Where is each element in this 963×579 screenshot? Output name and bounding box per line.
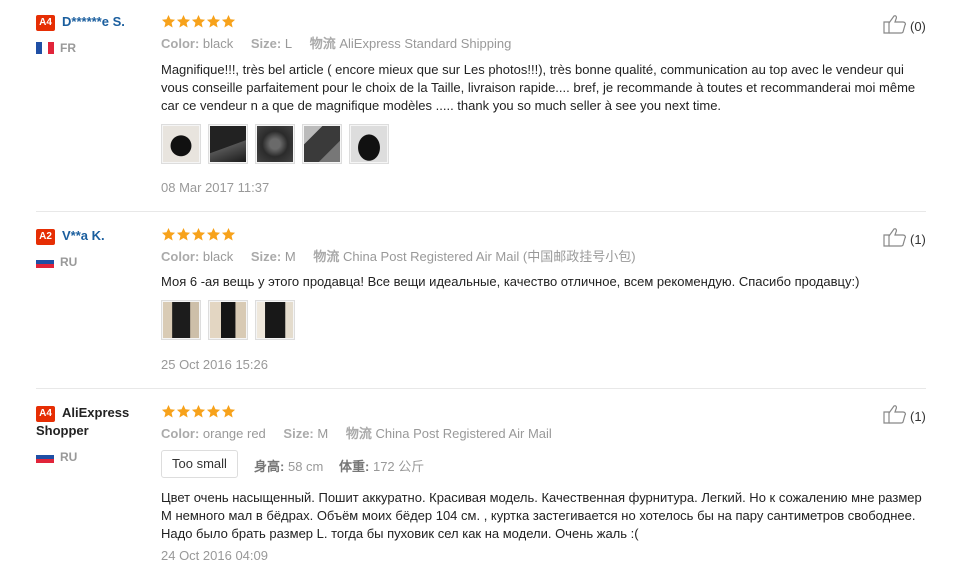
- buyer-weight: 体重: 172 公斤: [339, 456, 424, 475]
- reviewer-name-line2: Shopper: [36, 423, 89, 438]
- buyer-level-badge: A2: [36, 229, 55, 245]
- review-photo-thumbnail[interactable]: [349, 124, 389, 164]
- review-photo-thumbnail[interactable]: [255, 300, 295, 340]
- review-divider: [36, 388, 926, 389]
- size-label: Size:: [250, 36, 282, 51]
- star-icon: [161, 404, 176, 419]
- reviewer-country: RU: [36, 450, 77, 464]
- buyer-level-badge: A4: [36, 406, 55, 422]
- size-value: M: [284, 249, 296, 264]
- size-value: L: [284, 36, 293, 51]
- helpful-button[interactable]: (0): [883, 14, 926, 39]
- russia-flag-icon: [36, 451, 54, 463]
- star-icon: [221, 404, 236, 419]
- logistics-label: 物流: [309, 36, 336, 51]
- reviewer-name: V**a K.: [62, 228, 105, 243]
- france-flag-icon: [36, 42, 54, 54]
- thumbs-up-icon: [883, 14, 907, 39]
- review-photos: [161, 124, 396, 164]
- color-value: orange red: [202, 426, 266, 441]
- star-icon: [206, 404, 221, 419]
- star-rating: [161, 227, 236, 242]
- reviewer-name: AliExpress Shopper: [36, 404, 152, 440]
- star-icon: [221, 227, 236, 242]
- review-date: 25 Oct 2016 15:26: [161, 357, 268, 372]
- review-photo-thumbnail[interactable]: [208, 124, 248, 164]
- helpful-button[interactable]: (1): [883, 227, 926, 252]
- logistics-value: China Post Registered Air Mail: [375, 426, 552, 441]
- star-icon: [191, 227, 206, 242]
- review-text: Magnifique!!!, très bel article ( encore…: [161, 62, 916, 113]
- country-code: RU: [60, 255, 78, 269]
- reviewer-name-line1: AliExpress: [62, 405, 130, 420]
- reviewer-country: RU: [36, 255, 77, 269]
- country-code: FR: [60, 41, 76, 55]
- review-photo-thumbnail[interactable]: [161, 300, 201, 340]
- logistics-label: 物流: [313, 249, 340, 264]
- size-label: Size:: [283, 426, 314, 441]
- helpful-button[interactable]: (1): [883, 404, 926, 429]
- height-label: 身高:: [254, 459, 285, 474]
- color-label: Color:: [161, 36, 200, 51]
- review-photo-thumbnail[interactable]: [302, 124, 342, 164]
- thumbs-up-icon: [883, 227, 907, 252]
- logistics-label: 物流: [345, 426, 372, 441]
- star-icon: [206, 14, 221, 29]
- reviewer-country: FR: [36, 41, 76, 55]
- review-text: Моя 6 -ая вещь у этого продавца! Все вещ…: [161, 274, 860, 289]
- color-value: black: [202, 36, 234, 51]
- height-value: 58 cm: [287, 459, 324, 474]
- weight-value: 172 公斤: [372, 459, 425, 474]
- star-icon: [176, 14, 191, 29]
- russia-flag-icon: [36, 256, 54, 268]
- review-photo-thumbnail[interactable]: [208, 300, 248, 340]
- star-icon: [176, 227, 191, 242]
- review-photo-thumbnail[interactable]: [161, 124, 201, 164]
- star-icon: [191, 404, 206, 419]
- buyer-level-badge: A4: [36, 15, 55, 31]
- review-text: Цвет очень насыщенный. Пошит аккуратно. …: [161, 490, 922, 541]
- star-icon: [191, 14, 206, 29]
- weight-label: 体重:: [339, 459, 370, 474]
- logistics-value: China Post Registered Air Mail (中国邮政挂号小包…: [342, 249, 636, 264]
- helpful-count: (0): [910, 19, 926, 34]
- logistics-value: AliExpress Standard Shipping: [339, 36, 512, 51]
- fit-feedback-tag: Too small: [161, 450, 238, 478]
- review-divider: [36, 211, 926, 212]
- star-rating: [161, 404, 236, 419]
- color-value: black: [202, 249, 234, 264]
- color-label: Color:: [161, 426, 200, 441]
- color-label: Color:: [161, 249, 200, 264]
- order-info: Color: black Size: L 物流 AliExpress Stand…: [161, 35, 511, 53]
- size-value: M: [317, 426, 329, 441]
- size-label: Size:: [250, 249, 282, 264]
- star-icon: [176, 404, 191, 419]
- star-icon: [206, 227, 221, 242]
- order-info: Color: orange red Size: M 物流 China Post …: [161, 425, 552, 443]
- review-date: 24 Oct 2016 04:09: [161, 548, 268, 563]
- star-rating: [161, 14, 236, 29]
- reviewer-name: D******e S.: [62, 14, 125, 29]
- order-info: Color: black Size: M 物流 China Post Regis…: [161, 248, 636, 266]
- review-date: 08 Mar 2017 11:37: [161, 180, 270, 195]
- country-code: RU: [60, 450, 78, 464]
- helpful-count: (1): [910, 232, 926, 247]
- star-icon: [161, 14, 176, 29]
- thumbs-up-icon: [883, 404, 907, 429]
- buyer-height: 身高: 58 cm: [254, 456, 323, 475]
- review-photo-thumbnail[interactable]: [255, 124, 295, 164]
- star-icon: [221, 14, 236, 29]
- review-photos: [161, 300, 302, 340]
- star-icon: [161, 227, 176, 242]
- helpful-count: (1): [910, 409, 926, 424]
